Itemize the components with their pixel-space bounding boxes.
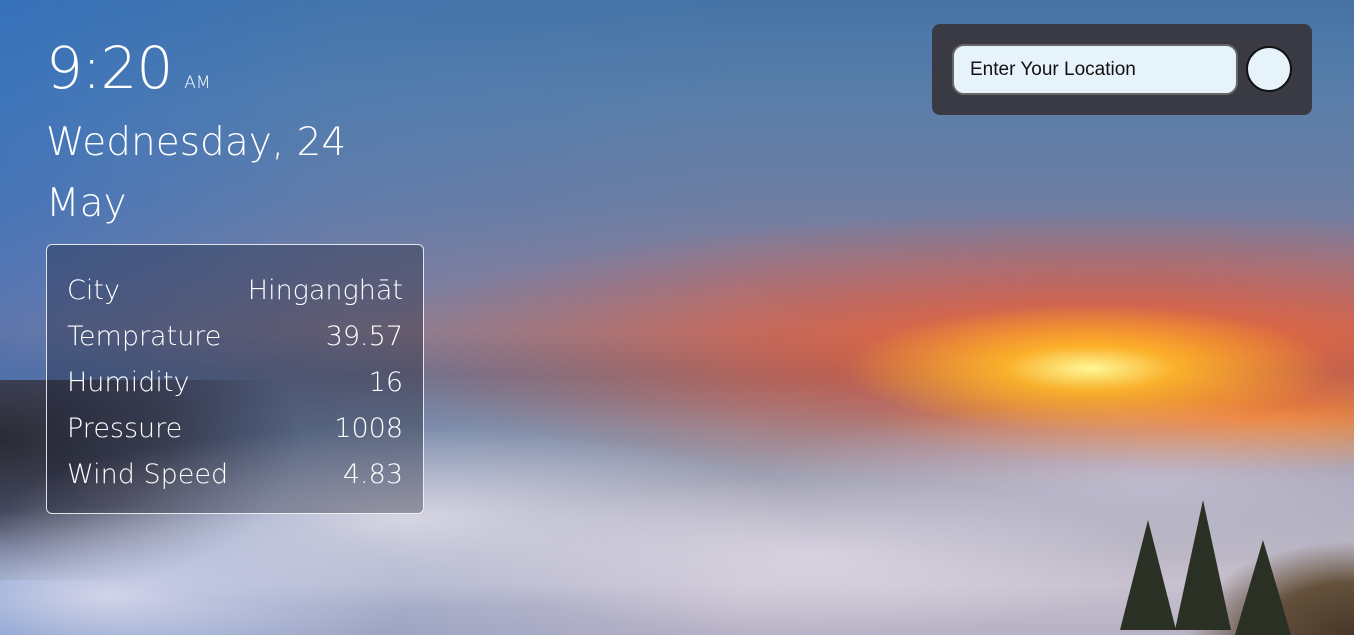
weather-row-city: City Hinganghāt (67, 267, 403, 313)
search-button[interactable] (1246, 46, 1292, 92)
weather-value: 4.83 (342, 458, 403, 490)
clock-ampm: AM (184, 73, 211, 93)
weather-label: Wind Speed (67, 458, 229, 490)
weather-label: City (67, 274, 120, 306)
weather-row-wind-speed: Wind Speed 4.83 (67, 451, 403, 497)
date-weekday-day: Wednesday, 24 (46, 120, 347, 165)
weather-row-humidity: Humidity 16 (67, 359, 403, 405)
clock: 9:20 AM (46, 34, 211, 102)
weather-card: City Hinganghāt Temprature 39.57 Humidit… (46, 244, 424, 514)
weather-value: 16 (368, 366, 403, 398)
search-panel (932, 24, 1312, 115)
background-tree (1235, 540, 1291, 635)
weather-label: Pressure (67, 412, 183, 444)
weather-dashboard: { "clock": { "time": "9:20", "ampm": "AM… (0, 0, 1354, 635)
background-tree (1120, 520, 1176, 630)
date-month: May (46, 181, 127, 226)
weather-value: 1008 (334, 412, 403, 444)
weather-label: Humidity (67, 366, 190, 398)
weather-row-pressure: Pressure 1008 (67, 405, 403, 451)
weather-row-temperature: Temprature 39.57 (67, 313, 403, 359)
weather-value: 39.57 (325, 320, 403, 352)
weather-value: Hinganghāt (247, 274, 403, 306)
weather-label: Temprature (67, 320, 222, 352)
background-tree (1175, 500, 1231, 630)
clock-time: 9:20 (46, 34, 173, 102)
location-search-input[interactable] (952, 44, 1238, 95)
